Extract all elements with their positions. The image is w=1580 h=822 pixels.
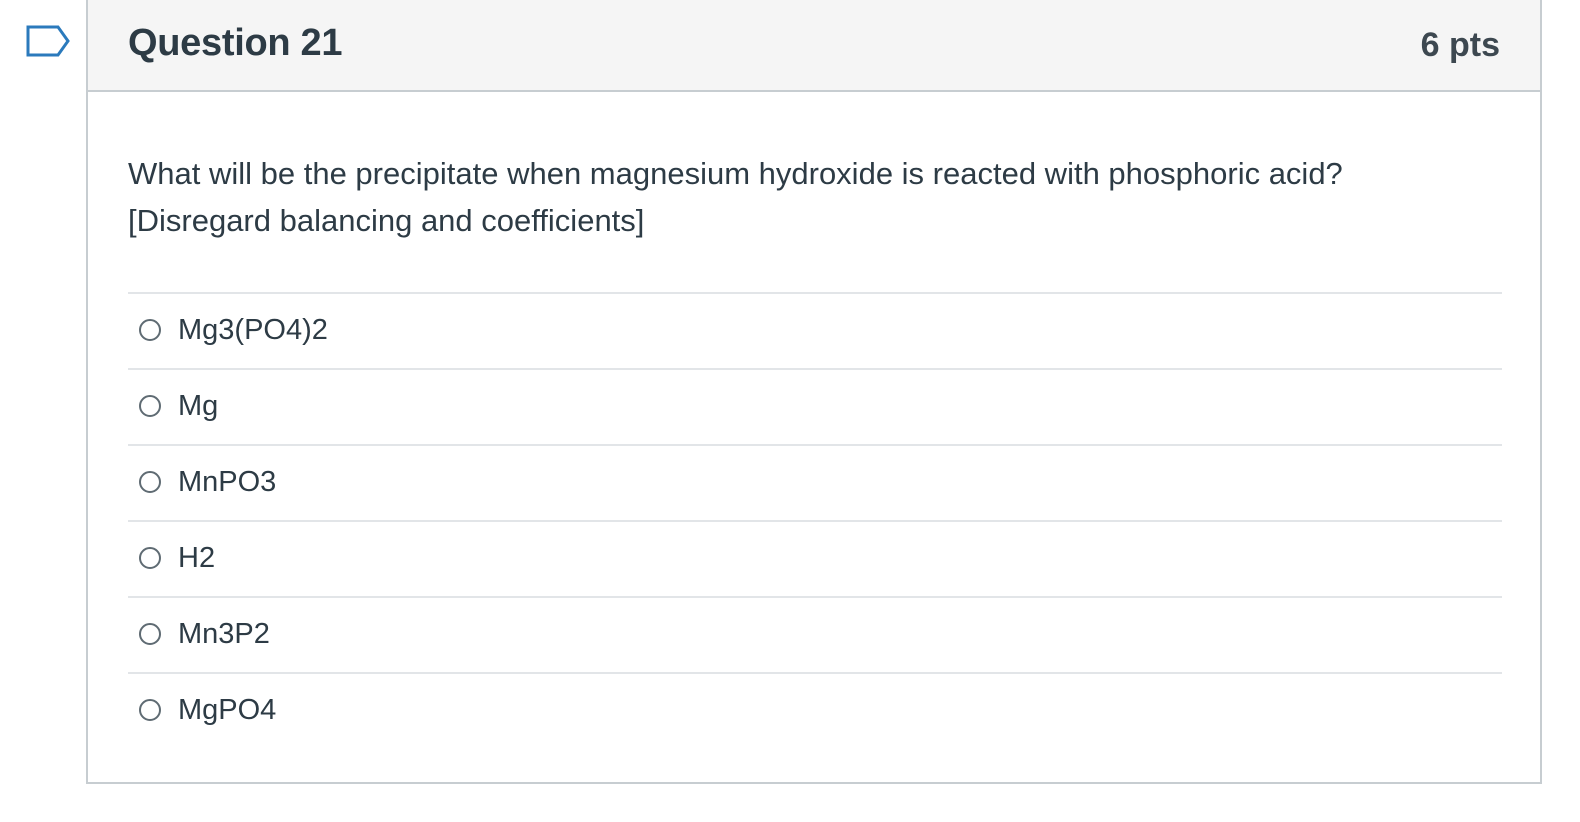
answer-option[interactable]: MgPO4 — [128, 672, 1502, 748]
question-text-line: What will be the precipitate when magnes… — [128, 156, 1343, 191]
question-text: What will be the precipitate when magnes… — [128, 150, 1508, 244]
radio-button[interactable] — [139, 319, 161, 341]
answer-label: Mg3(PO4)2 — [178, 314, 328, 346]
radio-button[interactable] — [139, 471, 161, 493]
answer-option[interactable]: Mg — [128, 368, 1502, 444]
question-points: 6 pts — [1420, 26, 1500, 64]
flag-question-button[interactable] — [26, 25, 72, 59]
answer-label: H2 — [178, 542, 216, 574]
answer-label: Mg — [178, 390, 219, 422]
answer-label: Mn3P2 — [178, 618, 270, 650]
answer-option[interactable]: MnPO3 — [128, 444, 1502, 520]
radio-button[interactable] — [139, 395, 161, 417]
question-title: Question 21 — [128, 22, 343, 64]
answer-option[interactable]: Mn3P2 — [128, 596, 1502, 672]
radio-button[interactable] — [139, 699, 161, 721]
flag-icon — [26, 25, 70, 57]
question-header: Question 21 6 pts — [88, 0, 1540, 92]
radio-button[interactable] — [139, 547, 161, 569]
answer-list: Mg3(PO4)2 Mg MnPO3 H2 Mn3P2 MgPO4 — [128, 292, 1502, 748]
question-card: Question 21 6 pts What will be the preci… — [86, 0, 1542, 784]
answer-option[interactable]: Mg3(PO4)2 — [128, 292, 1502, 368]
answer-option[interactable]: H2 — [128, 520, 1502, 596]
question-text-line: [Disregard balancing and coefficients] — [128, 203, 645, 238]
radio-button[interactable] — [139, 623, 161, 645]
answer-label: MgPO4 — [178, 694, 277, 726]
answer-label: MnPO3 — [178, 466, 277, 498]
